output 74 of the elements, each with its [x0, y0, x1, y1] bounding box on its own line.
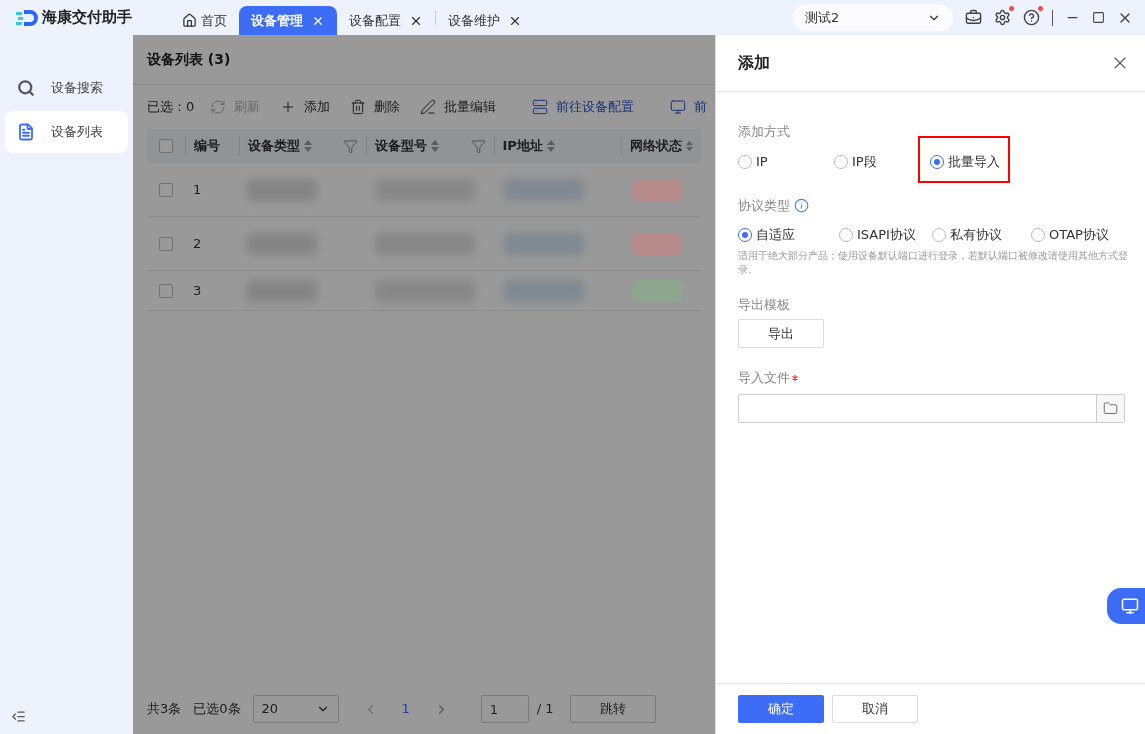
- info-icon[interactable]: [794, 197, 809, 213]
- radio-option[interactable]: IP: [738, 151, 834, 172]
- column-header: 设备型号: [375, 137, 428, 156]
- column-header: 网络状态: [630, 137, 682, 156]
- radio-option[interactable]: 自适应: [738, 225, 839, 245]
- tab[interactable]: 设备配置: [337, 6, 435, 35]
- list-icon: [17, 123, 35, 141]
- folder-icon[interactable]: [1103, 400, 1118, 416]
- monitor-link-icon: [670, 99, 687, 115]
- batch-edit-button[interactable]: 批量编辑: [420, 97, 497, 117]
- protocol-hint: 适用于绝大部分产品；使用设备默认端口进行登录，若默认端口被修改请使用其他方式登录。: [738, 248, 1128, 277]
- file-input[interactable]: [738, 393, 1125, 423]
- cancel-button[interactable]: 取消: [832, 695, 918, 723]
- edit-icon: [420, 99, 437, 115]
- delete-icon: [350, 99, 367, 115]
- page-size-select[interactable]: 20: [252, 695, 339, 723]
- home-icon: [182, 13, 197, 28]
- app-title: 海康交付助手: [42, 7, 132, 29]
- sort-icon[interactable]: [431, 140, 440, 152]
- confirm-button[interactable]: 确定: [738, 695, 824, 723]
- config-link-icon: [532, 99, 549, 115]
- selected-total: 已选0条: [193, 700, 241, 719]
- selected-count: 已选：0: [147, 98, 195, 117]
- delete-button[interactable]: 删除: [350, 97, 401, 117]
- filter-icon[interactable]: [470, 138, 486, 154]
- field-label: 导入文件: [738, 369, 790, 387]
- sort-icon[interactable]: [686, 140, 693, 152]
- logo-icon: [16, 8, 38, 27]
- row-number: 2: [192, 234, 203, 253]
- toolbox-icon[interactable]: [965, 9, 982, 26]
- sort-icon[interactable]: [303, 140, 312, 152]
- radio-option[interactable]: 私有协议: [932, 225, 1031, 245]
- filter-icon[interactable]: [343, 138, 359, 154]
- radio-option[interactable]: OTAP协议: [1031, 225, 1130, 245]
- search-icon: [17, 79, 35, 97]
- radio-option[interactable]: ISAPI协议: [839, 225, 932, 245]
- radio-option[interactable]: 批量导入: [930, 151, 1000, 172]
- column-header: IP地址: [502, 137, 543, 156]
- tab[interactable]: 首页: [170, 6, 239, 35]
- field-label: 导出模板: [738, 295, 791, 314]
- tab[interactable]: 设备管理: [239, 6, 337, 35]
- checkbox[interactable]: [158, 139, 173, 153]
- settings-icon[interactable]: [994, 9, 1011, 26]
- checkbox[interactable]: [159, 283, 174, 298]
- field-label: 添加方式: [738, 123, 791, 141]
- field-label: 协议类型: [738, 196, 790, 215]
- page-title: 设备列表 (3): [147, 50, 231, 69]
- page-count: / 1: [536, 700, 554, 719]
- account-select[interactable]: 测试2: [793, 4, 953, 31]
- tab[interactable]: 设备维护: [436, 6, 534, 35]
- total-count: 共3条: [147, 700, 182, 719]
- sort-icon[interactable]: [546, 140, 555, 152]
- page-input[interactable]: 1: [480, 695, 529, 723]
- row-number: 1: [192, 180, 203, 199]
- config-link[interactable]: 前往设备配置: [532, 97, 635, 117]
- monitor-icon: [1120, 597, 1139, 615]
- checkbox[interactable]: [159, 182, 174, 197]
- drawer-title: 添加: [738, 52, 770, 74]
- column-header: 编号: [193, 137, 220, 156]
- row-number: 3: [192, 281, 203, 300]
- add-button[interactable]: 添加: [280, 97, 331, 117]
- help-icon[interactable]: [1023, 9, 1040, 26]
- radio-option[interactable]: IP段: [834, 151, 930, 172]
- export-button[interactable]: 导出: [738, 319, 824, 348]
- sidebar-item[interactable]: 设备搜索: [5, 67, 128, 109]
- floating-monitor-button[interactable]: [1107, 588, 1145, 624]
- sidebar-item[interactable]: 设备列表: [5, 111, 128, 153]
- refresh-icon: [210, 99, 227, 115]
- jump-button[interactable]: 跳转: [569, 695, 656, 723]
- monitor-link[interactable]: 前: [670, 97, 708, 117]
- collapse-icon[interactable]: [11, 709, 26, 724]
- maximize-icon[interactable]: [1092, 11, 1105, 24]
- checkbox[interactable]: [159, 236, 174, 251]
- column-header: 设备类型: [247, 137, 300, 156]
